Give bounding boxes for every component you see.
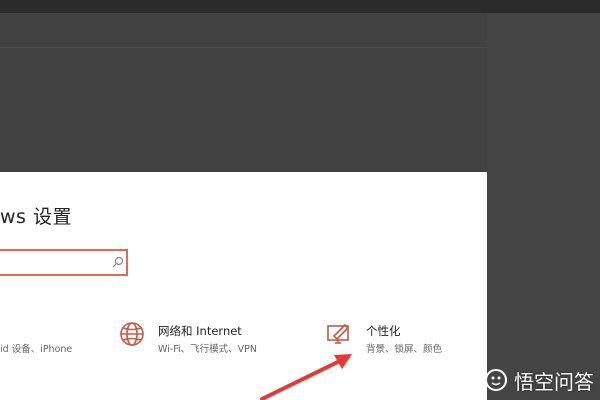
watermark: 悟空问答: [484, 365, 594, 395]
wukong-logo-icon: [485, 369, 507, 391]
background-divider: [0, 47, 487, 48]
watermark-text: 悟空问答: [514, 369, 594, 394]
red-arrow: [260, 354, 352, 400]
settings-window: [0, 172, 487, 400]
search-input[interactable]: [0, 249, 128, 276]
top-bar: [0, 0, 600, 13]
personalization-subtitle: 背景、锁屏、颜色: [366, 344, 443, 355]
background-window-right: [487, 13, 600, 400]
network-subtitle: Wi-Fi、飞行模式、VPN: [158, 344, 257, 355]
search-icon[interactable]: [112, 256, 124, 268]
devices-subtitle: id 设备、iPhone: [0, 344, 73, 355]
settings-title: ws 设置: [0, 206, 72, 228]
personalization-icon[interactable]: [326, 322, 352, 346]
globe-icon[interactable]: [119, 321, 145, 347]
personalization-title[interactable]: 个性化: [366, 323, 401, 339]
network-title[interactable]: 网络和 Internet: [158, 323, 242, 339]
